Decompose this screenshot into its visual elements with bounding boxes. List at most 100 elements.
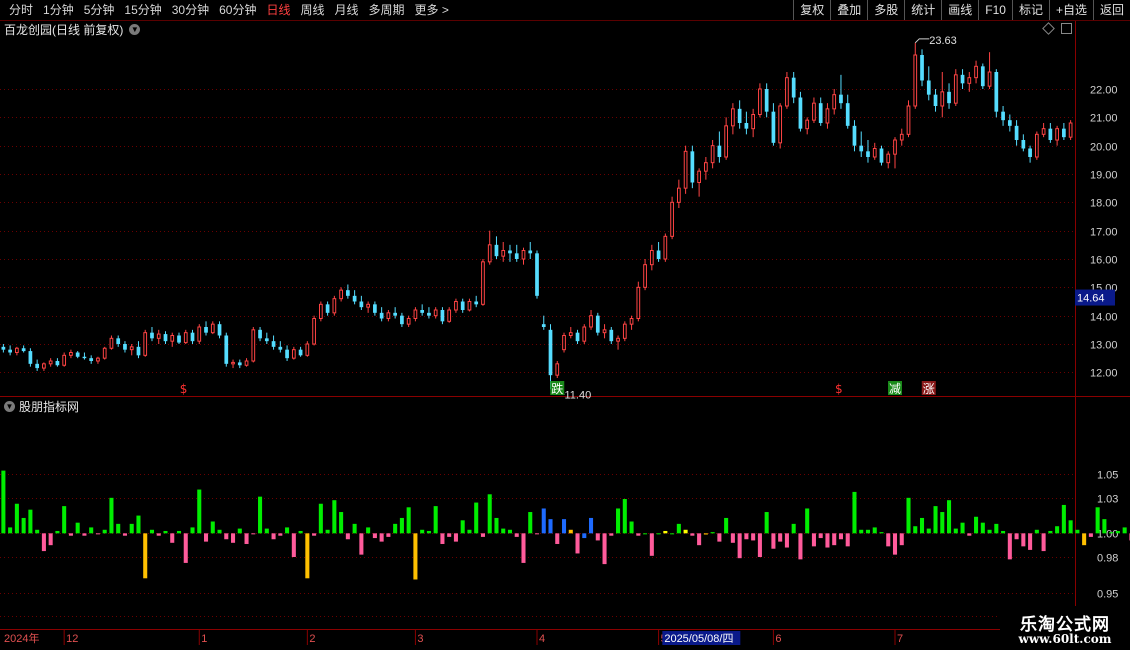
- indicator-bar: [75, 522, 80, 534]
- indicator-bar: [1109, 532, 1114, 534]
- indicator-bar: [906, 497, 911, 534]
- indicator-bar: [845, 533, 850, 547]
- indicator-bar: [1115, 530, 1120, 534]
- indicator-bar: [717, 533, 722, 542]
- candle-body: [102, 347, 107, 359]
- candle-body: [291, 349, 296, 359]
- indicator-bar: [690, 533, 695, 536]
- candle-body: [136, 346, 141, 356]
- candle-body: [96, 357, 100, 362]
- candle-body: [1028, 148, 1032, 157]
- candle-body: [785, 77, 789, 107]
- indicator-bar: [514, 533, 519, 537]
- indicator-bar: [149, 529, 155, 534]
- indicator-bar: [203, 533, 209, 542]
- max-pointer: [914, 38, 930, 44]
- candle-body: [42, 363, 46, 369]
- indicator-bar: [751, 533, 756, 541]
- indicator-bar: [156, 533, 161, 536]
- candle-body: [818, 103, 823, 123]
- candle-body: [764, 89, 769, 112]
- indicator-bar: [35, 529, 40, 534]
- indicator-bar: [825, 533, 830, 548]
- indicator-bar: [1028, 533, 1033, 550]
- y-tick-label: 13.00: [1090, 340, 1118, 352]
- candle-body: [636, 286, 641, 320]
- candle-body: [697, 170, 701, 184]
- indicator-bar: [467, 529, 472, 534]
- candle-body: [602, 329, 607, 334]
- candle-body: [251, 329, 256, 362]
- indicator-bar: [548, 519, 553, 534]
- candle-body: [460, 301, 465, 310]
- candle-body: [278, 346, 283, 350]
- y-tick-label: 1.00: [1097, 529, 1118, 541]
- candle-body: [501, 250, 506, 257]
- indicator-bar: [190, 527, 195, 534]
- indicator-bar: [352, 523, 357, 534]
- indicator-bar: [1061, 504, 1066, 534]
- candle-body: [379, 312, 384, 319]
- time-label: 6: [775, 633, 781, 645]
- candle-body: [62, 354, 67, 366]
- signal-marker: $: [835, 382, 843, 396]
- candle-body: [487, 244, 492, 263]
- indicator-bar: [967, 533, 972, 536]
- indicator-bar: [95, 533, 100, 535]
- candle-body: [427, 312, 431, 316]
- candle-body: [75, 352, 80, 357]
- candle-body: [683, 150, 688, 189]
- candle-body: [879, 148, 884, 163]
- indicator-bar: [82, 533, 87, 536]
- candle-body: [778, 105, 783, 144]
- candle-body: [771, 111, 776, 143]
- candle-body: [21, 348, 26, 352]
- y-tick-label: 12.00: [1090, 368, 1118, 380]
- candle-body: [494, 244, 499, 257]
- indicator-bar: [980, 522, 985, 534]
- candle-body: [298, 349, 303, 356]
- candle-body: [170, 335, 175, 342]
- indicator-bar: [778, 533, 783, 542]
- indicator-bar: [676, 523, 681, 534]
- current-price-label: 14.64: [1077, 293, 1105, 305]
- candle-body: [960, 74, 965, 84]
- candle-body: [744, 123, 749, 129]
- indicator-bar: [926, 528, 931, 534]
- indicator-bar: [595, 533, 600, 541]
- indicator-bar: [21, 517, 26, 534]
- indicator-bar: [852, 491, 857, 534]
- candle-body: [237, 362, 242, 366]
- indicator-bar: [372, 533, 377, 539]
- candle-body: [724, 125, 728, 158]
- indicator-bar: [251, 533, 256, 535]
- stock-chart[interactable]: 12.0013.0014.0015.0016.0017.0018.0019.00…: [0, 0, 1130, 650]
- indicator-bar: [879, 532, 884, 534]
- indicator-bar: [643, 533, 648, 535]
- watermark-url: www.60lt.com: [1018, 632, 1112, 646]
- candle-body: [920, 55, 924, 81]
- min-price-label: 11.40: [565, 389, 592, 401]
- indicator-bar: [89, 527, 94, 534]
- indicator-bar: [838, 533, 843, 540]
- indicator-bar: [318, 503, 323, 534]
- indicator-bar: [568, 529, 573, 534]
- indicator-bar: [521, 533, 526, 563]
- signal-marker: 涨: [923, 381, 935, 396]
- indicator-bar: [994, 523, 999, 534]
- indicator-bar: [480, 533, 485, 537]
- indicator-bar: [1048, 530, 1053, 534]
- candle-body: [967, 77, 972, 84]
- indicator-bar: [622, 499, 627, 534]
- candle-body: [710, 145, 715, 164]
- candle-body: [143, 332, 148, 356]
- indicator-bar: [68, 533, 73, 536]
- candle-body: [129, 346, 134, 351]
- time-label: 3: [417, 633, 423, 645]
- indicator-bar: [582, 533, 587, 539]
- indicator-bar: [379, 533, 384, 542]
- indicator-bar: [784, 533, 789, 548]
- candle-body: [116, 338, 121, 344]
- y-tick-label: 16.00: [1090, 255, 1118, 267]
- candle-body: [1062, 128, 1066, 138]
